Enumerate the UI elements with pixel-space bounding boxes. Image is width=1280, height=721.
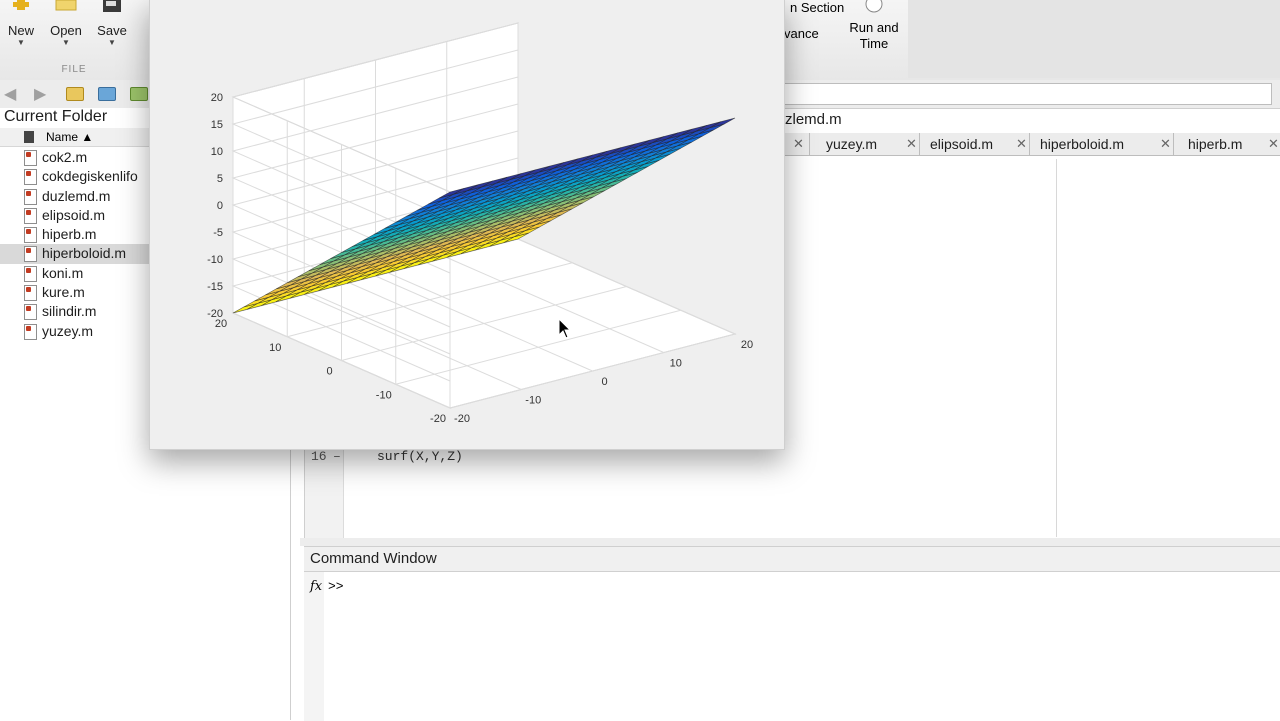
- file-name: silindir.m: [42, 303, 97, 320]
- panel-splitter[interactable]: [300, 538, 1280, 546]
- save-label: Save: [97, 23, 127, 38]
- command-window[interactable]: Command Window fx >>: [304, 546, 1280, 721]
- open-dropdown-icon[interactable]: ▼: [48, 38, 84, 48]
- z-tick-label: 10: [211, 146, 223, 158]
- close-icon[interactable]: ✕: [1160, 136, 1171, 152]
- matlab-file-icon: [24, 246, 37, 263]
- y-tick-label: 0: [326, 366, 332, 378]
- x-tick-label: -10: [525, 395, 541, 407]
- command-window-title-text: Command Window: [310, 550, 437, 567]
- tab-yuzey[interactable]: yuzey.m ✕: [809, 133, 920, 155]
- line-number: 16: [311, 449, 327, 464]
- z-tick-label: 5: [217, 173, 223, 185]
- matlab-file-icon: [24, 323, 37, 340]
- new-dropdown-icon[interactable]: ▼: [4, 38, 38, 48]
- figure-window[interactable]: 20 15 10 5 0 -5 -10 -15 -20 20 10 0 -10 -20 -20 -10 0 10 2…: [149, 0, 785, 450]
- new-icon: [13, 0, 29, 10]
- tab-hiperboloid[interactable]: hiperboloid.m ✕: [1029, 133, 1174, 155]
- name-column-header[interactable]: Name ▲: [46, 130, 93, 144]
- z-tick-label: -10: [207, 254, 223, 266]
- matlab-file-icon: [24, 169, 37, 186]
- z-tick-label: 15: [211, 119, 223, 131]
- y-tick-label: 20: [215, 318, 227, 330]
- new-label: New: [7, 23, 34, 38]
- command-prompt[interactable]: >>: [328, 579, 344, 594]
- matlab-file-icon: [24, 304, 37, 321]
- open-folder-icon: [55, 0, 77, 11]
- x-tick-label: 20: [741, 339, 753, 351]
- run-and-time-line1: Run and: [849, 20, 899, 35]
- y-tick-label: -10: [376, 389, 392, 401]
- file-type-column-icon[interactable]: [24, 131, 34, 143]
- save-dropdown-icon[interactable]: ▼: [95, 38, 129, 48]
- tab-label: hiperb.m: [1188, 136, 1243, 152]
- file-section-label: FILE: [61, 64, 87, 75]
- right-text-limit: [1056, 159, 1057, 537]
- tab-label: hiperboloid.m: [1040, 136, 1125, 152]
- current-folder-title: Current Folder: [4, 108, 108, 125]
- command-window-title: Command Window: [304, 547, 1280, 572]
- save-button[interactable]: Save ▼: [95, 0, 129, 62]
- z-tick-label: 20: [211, 92, 223, 104]
- close-icon[interactable]: ✕: [1268, 136, 1279, 152]
- mouse-cursor-icon: [558, 318, 572, 339]
- matlab-file-icon: [24, 227, 37, 244]
- file-name: elipsoid.m: [42, 206, 106, 223]
- file-name: hiperboloid.m: [42, 245, 127, 262]
- file-name: cokdegiskenlifo: [42, 168, 138, 185]
- command-gutter: [304, 572, 324, 721]
- search-folder-icon[interactable]: [130, 87, 148, 101]
- file-name: cok2.m: [42, 149, 88, 165]
- new-button[interactable]: New ▼: [4, 0, 38, 62]
- run-section-label[interactable]: n Section: [790, 0, 844, 15]
- toolstrip-empty-area: [908, 0, 1280, 78]
- tab-hiperb[interactable]: hiperb.m ✕: [1173, 133, 1280, 155]
- open-label: Open: [50, 23, 82, 38]
- code-line[interactable]: surf(X,Y,Z): [377, 449, 463, 464]
- stopwatch-icon: [865, 0, 883, 13]
- run-and-time-line2: Time: [859, 36, 889, 51]
- browse-folder-icon[interactable]: [98, 87, 116, 101]
- file-name: yuzey.m: [42, 322, 94, 339]
- surface-plot[interactable]: 20151050-5-10-15-2020100-10-20 -20-100102…: [150, 0, 784, 449]
- matlab-file-icon: [24, 265, 37, 282]
- matlab-file-icon: [24, 150, 37, 166]
- y-tick-label: 10: [269, 342, 281, 354]
- tab-label: yuzey.m: [826, 136, 878, 152]
- surface-patch: [709, 117, 736, 129]
- close-icon[interactable]: ✕: [1016, 136, 1027, 152]
- x-tick-label: 0: [601, 376, 607, 388]
- tab-label: elipsoid.m: [930, 136, 994, 152]
- file-name: duzlemd.m: [42, 187, 111, 204]
- tab-hidden[interactable]: ✕: [785, 133, 809, 155]
- tab-elipsoid[interactable]: elipsoid.m ✕: [919, 133, 1030, 155]
- save-icon: [103, 0, 121, 12]
- x-tick-label: 10: [670, 358, 682, 370]
- matlab-file-icon: [24, 188, 37, 205]
- back-arrow-icon[interactable]: ◀: [4, 84, 16, 104]
- forward-arrow-icon[interactable]: ▶: [34, 84, 46, 104]
- z-tick-label: -5: [213, 227, 223, 239]
- fx-icon[interactable]: fx: [310, 579, 322, 594]
- matlab-file-icon: [24, 285, 37, 302]
- file-name: kure.m: [42, 284, 85, 301]
- line-dash: –: [333, 449, 341, 464]
- up-folder-icon[interactable]: [66, 87, 84, 101]
- run-and-time-button[interactable]: Run and Time: [844, 0, 904, 52]
- y-tick-label: -20: [430, 413, 446, 425]
- advance-label[interactable]: vance: [784, 26, 819, 41]
- file-name: koni.m: [42, 264, 84, 281]
- close-icon[interactable]: ✕: [793, 136, 804, 152]
- file-name: hiperb.m: [42, 226, 97, 243]
- close-icon[interactable]: ✕: [906, 136, 917, 152]
- open-button[interactable]: Open ▼: [48, 0, 84, 62]
- z-tick-label: -15: [207, 281, 223, 293]
- run-section-group: n Section vance Run and Time: [784, 0, 909, 78]
- z-tick-label: 0: [217, 200, 223, 212]
- x-tick-label: -20: [454, 413, 470, 425]
- editor-title: zlemd.m: [785, 111, 842, 128]
- matlab-file-icon: [24, 207, 37, 224]
- editor-tabs: ✕ yuzey.m ✕ elipsoid.m ✕ hiperboloid.m ✕…: [785, 133, 1280, 156]
